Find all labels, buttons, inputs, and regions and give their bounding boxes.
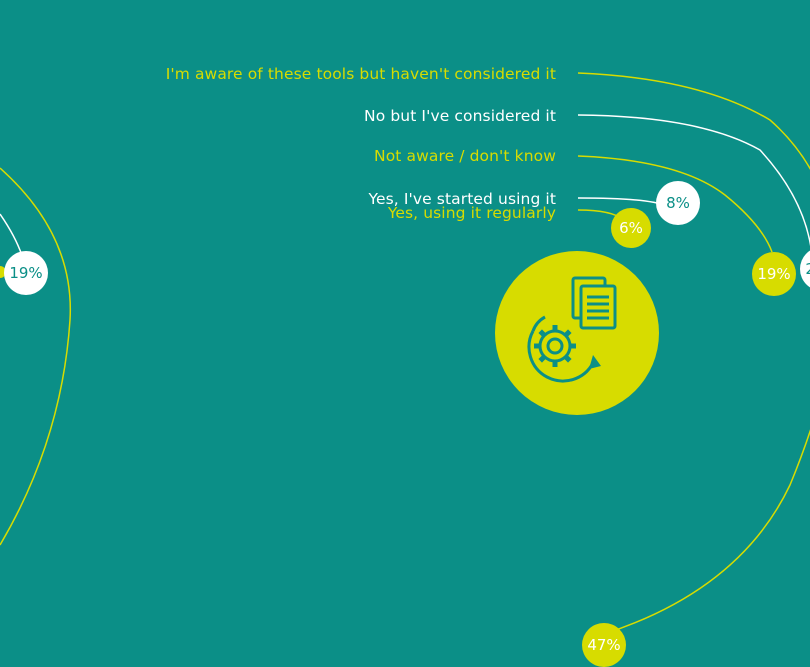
document-gear-cycle-icon bbox=[527, 276, 617, 383]
value-bubble-aware-not-considered: 47% bbox=[582, 623, 626, 667]
value-bubble-left-chart: 19% bbox=[4, 251, 48, 295]
legend-label-aware-not-considered: I'm aware of these tools but haven't con… bbox=[165, 65, 556, 83]
legend-label-using-regularly: Yes, using it regularly bbox=[387, 204, 556, 222]
value-bubble-using-regularly: 6% bbox=[611, 208, 651, 248]
arc-started-using bbox=[577, 197, 667, 207]
legend-label-not-aware: Not aware / don't know bbox=[374, 147, 556, 165]
value-bubble-not-aware: 19% bbox=[752, 252, 796, 296]
arc-left-outer bbox=[0, 167, 72, 546]
value-bubble-started-using: 8% bbox=[656, 181, 700, 225]
chart-canvas bbox=[0, 72, 810, 635]
legend-label-considered: No but I've considered it bbox=[364, 107, 556, 125]
icon-disc bbox=[495, 251, 659, 415]
